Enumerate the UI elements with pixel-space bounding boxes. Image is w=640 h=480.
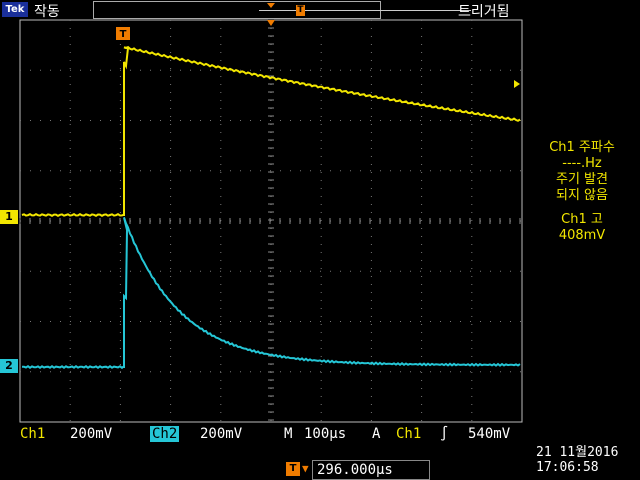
datetime: 21 11월2016 17:06:58 xyxy=(536,445,618,475)
main-label: M xyxy=(284,426,293,442)
freq-status-2: 되지 않음 xyxy=(556,188,608,203)
time: 17:06:58 xyxy=(536,460,599,475)
trigger-position-icon: T xyxy=(286,462,300,476)
trigger-source: Ch1 xyxy=(396,426,422,442)
ch2-scale: 200mV xyxy=(200,426,243,442)
ch1-label[interactable]: Ch1 xyxy=(20,426,45,442)
freq-status-1: 주기 발견 xyxy=(556,172,608,187)
freq-label: Ch1 주파수 xyxy=(549,140,615,155)
high-label: Ch1 고 xyxy=(561,212,603,227)
measurement-panel: Ch1 주파수 ----.Hz 주기 발견 되지 않음 Ch1 고 408mV xyxy=(526,140,638,244)
settings-bar: Ch1 200mV Ch2 200mV M 100µs A Ch1 ∫ 540m… xyxy=(0,425,526,443)
graticule xyxy=(19,19,523,423)
trigger-level-arrow xyxy=(514,80,520,88)
trigger-label: A xyxy=(372,426,381,442)
trigger-position-arrow xyxy=(267,3,275,8)
trigger-marker-top: T xyxy=(116,27,130,40)
ch1-waveform xyxy=(21,45,521,217)
freq-value: ----.Hz xyxy=(562,156,602,171)
trigger-slope-icon: ∫ xyxy=(440,426,449,442)
ch2-ground-marker[interactable]: 2 xyxy=(0,359,18,373)
timebase-value: 100µs xyxy=(304,426,347,442)
trigger-position-value: 296.000µs xyxy=(312,460,430,480)
arrow-icon: ▼ xyxy=(302,462,309,475)
ch1-ground-marker[interactable]: 1 xyxy=(0,210,18,224)
ch1-scale: 200mV xyxy=(70,426,113,442)
date: 21 11월2016 xyxy=(536,445,619,460)
ch2-label[interactable]: Ch2 xyxy=(150,426,180,442)
svg-text:T: T xyxy=(120,29,127,40)
trigger-position-arrow xyxy=(267,20,275,26)
trigger-level: 540mV xyxy=(468,426,511,442)
high-value: 408mV xyxy=(558,228,606,243)
